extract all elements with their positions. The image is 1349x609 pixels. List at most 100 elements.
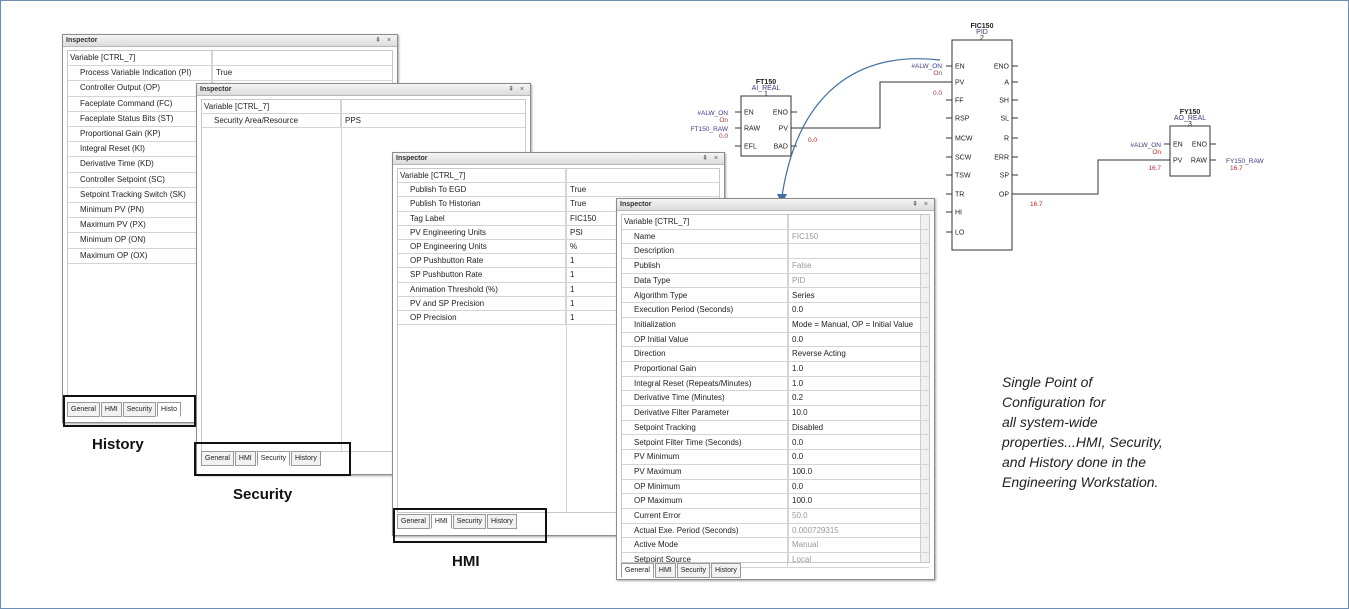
window-title: Inspector	[63, 35, 397, 47]
tab-general[interactable]: General	[621, 563, 654, 578]
property-value[interactable]: 1.0	[788, 377, 803, 391]
property-value[interactable]: Reverse Acting	[788, 347, 846, 361]
tab-security[interactable]: Security	[676, 563, 711, 578]
property-name: Integral Reset (Repeats/Minutes)	[622, 376, 788, 391]
property-row[interactable]: Variable [CTRL_7]	[622, 215, 929, 230]
property-value[interactable]: 0.2	[788, 391, 803, 405]
tab-hmi[interactable]: HMI	[654, 563, 676, 578]
property-value[interactable]: FIC150	[566, 212, 596, 225]
property-value[interactable]: 100.0	[788, 494, 812, 508]
property-row[interactable]: Description	[622, 244, 929, 260]
property-row[interactable]: Variable [CTRL_7]	[202, 100, 525, 114]
pin-label: RAW	[1191, 158, 1207, 165]
property-name: Direction	[622, 347, 788, 362]
property-value[interactable]: Series	[788, 289, 815, 303]
property-row[interactable]: Current Error 50.0	[622, 509, 929, 524]
property-row[interactable]: Data Type PID	[622, 273, 929, 289]
output-label: FY150_RAW	[1226, 158, 1265, 165]
property-row[interactable]: Active Mode Manual	[622, 538, 929, 554]
property-value[interactable]: True	[212, 66, 232, 80]
property-value[interactable]: 10.0	[788, 406, 808, 420]
property-value[interactable]: 1	[566, 297, 574, 310]
property-grid: Variable [CTRL_7] Name FIC150 Description Pu…	[621, 214, 930, 568]
property-row[interactable]: Integral Reset (Repeats/Minutes) 1.0	[622, 376, 929, 392]
pin-label: SCW	[955, 155, 972, 162]
property-value[interactable]: 0.0	[788, 450, 803, 464]
property-row[interactable]: Initialization Mode = Manual, OP = Initia…	[622, 317, 929, 333]
property-value[interactable]: 1	[566, 311, 574, 324]
property-name: Setpoint Tracking	[622, 420, 788, 435]
property-value[interactable]: 1	[566, 283, 574, 296]
pin-label: SP	[1000, 173, 1010, 180]
property-row[interactable]: Actual Exe. Period (Seconds) 0.000729315	[622, 523, 929, 539]
property-value[interactable]: %	[566, 240, 577, 253]
window-controls[interactable]: ⇞ ×	[508, 84, 526, 96]
property-value[interactable]: 1.0	[788, 362, 803, 376]
property-row[interactable]: Setpoint Filter Time (Seconds) 0.0	[622, 435, 929, 451]
property-value[interactable]: True	[566, 197, 586, 210]
property-row[interactable]: Publish False	[622, 259, 929, 274]
property-name: Controller Setpoint (SC)	[68, 172, 212, 187]
property-value[interactable]: 1	[566, 254, 574, 267]
property-value[interactable]: 100.0	[788, 465, 812, 479]
input-label: #ALW_ON	[1130, 142, 1161, 149]
input-label: FT150_RAW	[691, 126, 729, 133]
property-name: Proportional Gain (KP)	[68, 127, 212, 141]
property-row[interactable]: Variable [CTRL_7]	[398, 169, 719, 184]
wire-pv	[797, 81, 946, 129]
property-value[interactable]: Disabled	[788, 421, 823, 435]
column-divider	[566, 169, 567, 512]
input-state: On	[719, 117, 728, 124]
property-row[interactable]: Process Variable Indication (PI) True	[68, 66, 392, 82]
property-value[interactable]: 50.0	[788, 509, 808, 523]
property-name: Variable [CTRL_7]	[202, 100, 341, 113]
inspector-window-general[interactable]: Inspector ⇞ × Variable [CTRL_7] Name FIC15…	[616, 198, 935, 580]
property-row[interactable]: Derivative Time (Minutes) 0.2	[622, 391, 929, 407]
tab-history[interactable]: History	[711, 563, 741, 578]
property-row[interactable]: Derivative Filter Parameter 10.0	[622, 406, 929, 421]
property-value[interactable]: 0.0	[788, 480, 803, 494]
column-divider	[341, 100, 342, 451]
property-row[interactable]: Name FIC150	[622, 229, 929, 245]
property-row[interactable]: OP Maximum 100.0	[622, 494, 929, 509]
property-row[interactable]: Publish To EGD True	[398, 183, 719, 198]
property-row[interactable]: OP Initial Value 0.0	[622, 332, 929, 348]
property-row[interactable]: Proportional Gain 1.0	[622, 362, 929, 377]
property-value[interactable]: 1	[566, 268, 574, 281]
property-value[interactable]: FIC150	[788, 230, 818, 244]
property-row[interactable]: PV Minimum 0.0	[622, 450, 929, 465]
property-row[interactable]: PV Maximum 100.0	[622, 464, 929, 480]
property-value[interactable]: 0.000729315	[788, 524, 839, 538]
column-divider	[788, 215, 789, 562]
caption-text: Single Point of Configuration for all sy…	[1002, 374, 1163, 490]
window-controls[interactable]: ⇞ ×	[912, 199, 930, 211]
property-value[interactable]: Mode = Manual, OP = Initial Value	[788, 318, 913, 332]
property-row[interactable]: Variable [CTRL_7]	[68, 51, 392, 67]
property-value[interactable]: True	[566, 183, 586, 196]
property-row[interactable]: Setpoint Tracking Disabled	[622, 420, 929, 436]
property-value[interactable]: 0.0	[788, 436, 803, 450]
property-value[interactable]: Local	[788, 553, 811, 567]
property-row[interactable]: Algorithm Type Series	[622, 288, 929, 304]
property-row[interactable]: OP Minimum 0.0	[622, 479, 929, 495]
property-row[interactable]: Security Area/Resource PPS	[202, 114, 525, 128]
property-value[interactable]: PID	[788, 274, 805, 288]
property-name: Variable [CTRL_7]	[398, 169, 566, 183]
property-value[interactable]: False	[788, 259, 812, 273]
property-name: PV Maximum	[622, 464, 788, 479]
property-value[interactable]: Manual	[788, 538, 818, 552]
property-value[interactable]: 0.0	[788, 303, 803, 317]
property-value[interactable]: 0.0	[788, 333, 803, 347]
window-title: Inspector	[393, 153, 724, 165]
property-name: Setpoint Tracking Switch (SK)	[68, 187, 212, 202]
pin-label: TSW	[955, 173, 971, 180]
property-value[interactable]: PSI	[566, 226, 583, 239]
property-name: Process Variable Indication (PI)	[68, 66, 212, 81]
property-row[interactable]: Execution Period (Seconds) 0.0	[622, 303, 929, 318]
window-controls[interactable]: ⇞ ×	[702, 153, 720, 165]
window-controls[interactable]: ⇞ ×	[375, 35, 393, 47]
input-value: 0.0	[933, 90, 942, 97]
property-value[interactable]: PPS	[341, 114, 361, 127]
property-row[interactable]: Direction Reverse Acting	[622, 347, 929, 362]
pin-label: SL	[1000, 116, 1009, 123]
